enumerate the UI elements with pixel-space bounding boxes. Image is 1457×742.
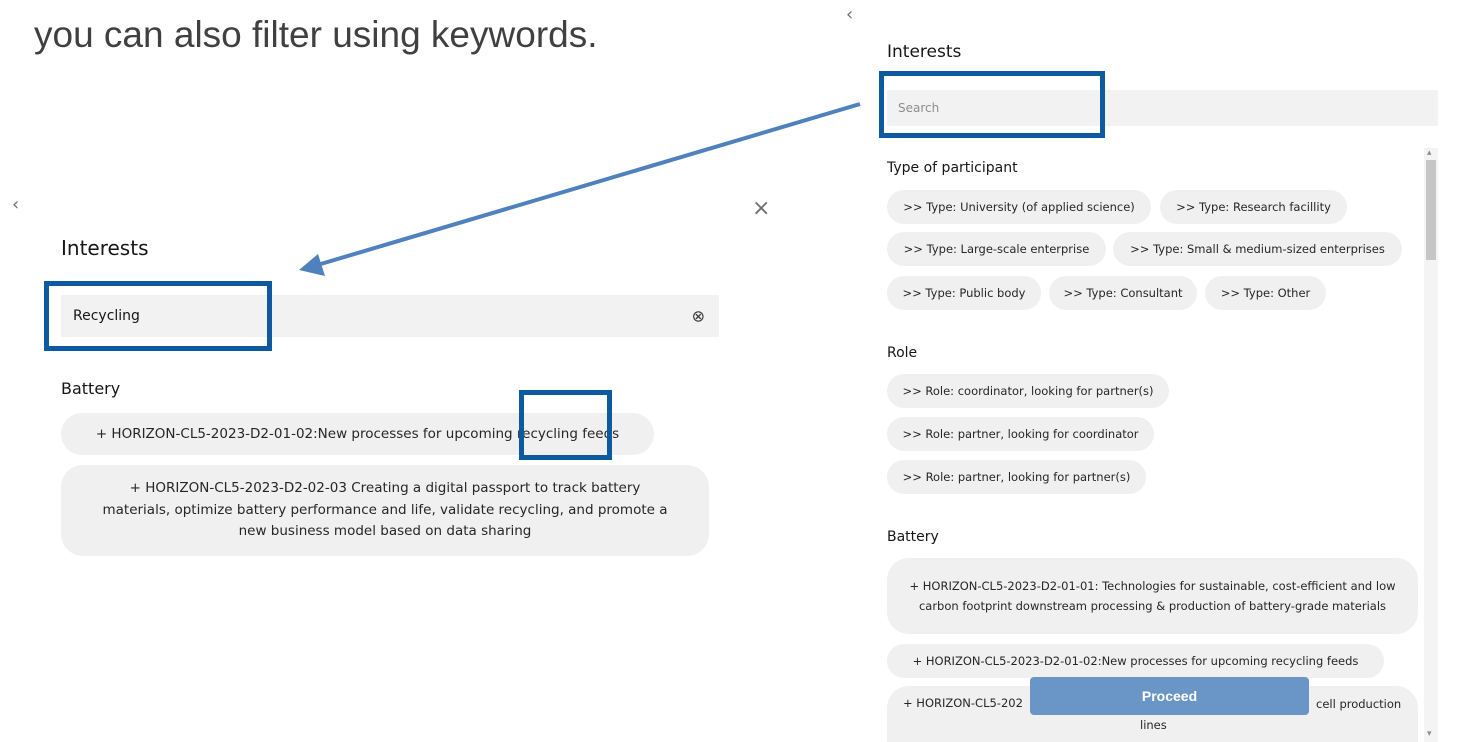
highlight-box-search bbox=[879, 71, 1105, 138]
section-battery: Battery bbox=[887, 529, 939, 545]
type-chip[interactable]: >> Type: Small & medium-sized enterprise… bbox=[1113, 232, 1402, 266]
type-chip-label: >> Type: Large-scale enterprise bbox=[903, 242, 1090, 256]
battery-chip[interactable]: + HORIZON-CL5-2023-D2-01-01: Technologie… bbox=[887, 558, 1418, 634]
type-chip-label: >> Type: Public body bbox=[902, 286, 1026, 300]
type-chip-label: >> Type: Small & medium-sized enterprise… bbox=[1130, 242, 1385, 256]
type-chip[interactable]: >> Type: Other bbox=[1205, 276, 1326, 310]
section-role: Role bbox=[887, 345, 918, 361]
section-type-of-participant: Type of participant bbox=[887, 160, 1018, 176]
type-chip[interactable]: >> Type: Consultant bbox=[1049, 276, 1197, 310]
type-chip[interactable]: >> Type: Public body bbox=[887, 276, 1041, 310]
scrollbar-thumb[interactable] bbox=[1426, 160, 1436, 260]
type-chip-label: >> Type: University (of applied science) bbox=[903, 200, 1135, 214]
battery-chip-label-tail: cell production bbox=[1316, 697, 1402, 711]
role-chip-label: >> Role: partner, looking for partner(s) bbox=[902, 470, 1131, 484]
type-chip[interactable]: >> Type: University (of applied science) bbox=[887, 190, 1151, 224]
battery-chip-label: + HORIZON-CL5-2023-D2-01-01: Technologie… bbox=[909, 578, 1396, 613]
role-chip-label: >> Role: coordinator, looking for partne… bbox=[902, 384, 1154, 398]
type-chip-label: >> Type: Other bbox=[1220, 286, 1311, 300]
role-chip[interactable]: >> Role: coordinator, looking for partne… bbox=[887, 374, 1169, 408]
type-chip-label: >> Type: Research facillity bbox=[1176, 200, 1331, 214]
role-chip[interactable]: >> Role: partner, looking for partner(s) bbox=[887, 460, 1146, 494]
battery-chip-label-wrap: lines bbox=[1140, 718, 1167, 732]
battery-chip-label: + HORIZON-CL5-2023-D2-01-02:New processe… bbox=[912, 654, 1359, 668]
battery-chip-label: + HORIZON-CL5-202 bbox=[903, 696, 1023, 710]
scroll-up-icon[interactable]: ▴ bbox=[1427, 148, 1432, 158]
right-panel-title: Interests bbox=[887, 42, 962, 62]
proceed-button[interactable]: Proceed bbox=[1030, 677, 1309, 715]
type-chip[interactable]: >> Type: Research facillity bbox=[1160, 190, 1347, 224]
role-chip[interactable]: >> Role: partner, looking for coordinato… bbox=[887, 417, 1154, 451]
battery-chip[interactable]: + HORIZON-CL5-2023-D2-01-02:New processe… bbox=[887, 644, 1384, 678]
type-chip[interactable]: >> Type: Large-scale enterprise bbox=[887, 232, 1106, 266]
role-chip-label: >> Role: partner, looking for coordinato… bbox=[902, 427, 1139, 441]
scroll-down-icon[interactable]: ▾ bbox=[1427, 729, 1432, 739]
type-chip-label: >> Type: Consultant bbox=[1063, 286, 1183, 300]
back-chevron-icon[interactable]: ‹ bbox=[846, 6, 853, 24]
